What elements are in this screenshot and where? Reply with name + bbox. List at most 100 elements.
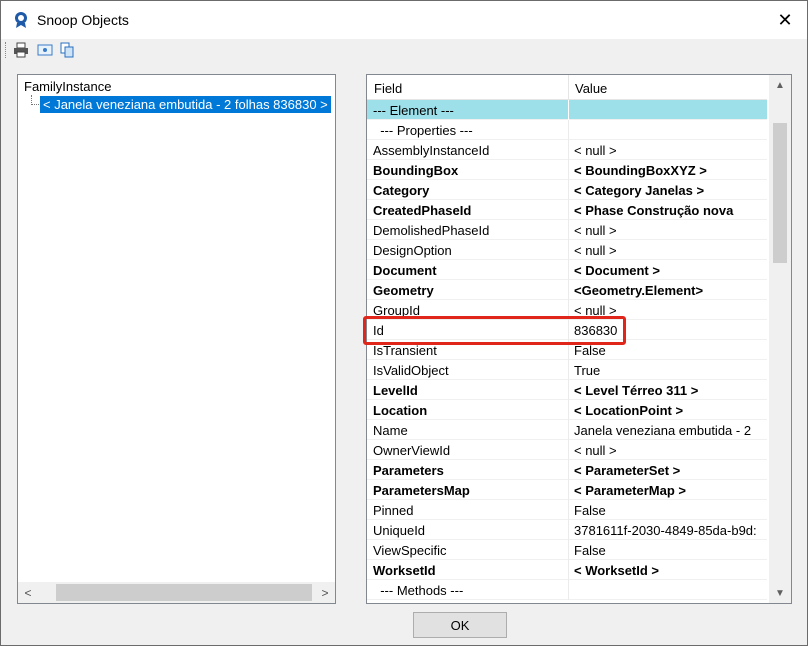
value-cell: False — [574, 343, 606, 358]
grid-row[interactable]: Document < Document > — [367, 260, 767, 280]
column-divider — [568, 200, 569, 220]
grid-row[interactable]: IsValidObject True — [367, 360, 767, 380]
field-cell: --- Properties --- — [373, 123, 473, 138]
column-divider — [568, 380, 569, 400]
grid-row[interactable]: Name Janela veneziana embutida - 2 — [367, 420, 767, 440]
column-divider — [568, 420, 569, 440]
value-cell: < ParameterMap > — [574, 483, 687, 498]
ok-button[interactable]: OK — [413, 612, 507, 638]
column-divider — [568, 500, 569, 520]
value-cell: < Level Térreo 311 > — [574, 383, 699, 398]
value-cell: < LocationPoint > — [574, 403, 684, 418]
tree-selected-item[interactable]: < Janela veneziana embutida - 2 folhas 8… — [40, 96, 331, 113]
column-divider — [568, 400, 569, 420]
snoop-icon[interactable] — [37, 42, 53, 58]
column-divider — [568, 280, 569, 300]
scroll-thumb[interactable] — [56, 584, 312, 601]
grid-row[interactable]: Location < LocationPoint > — [367, 400, 767, 420]
field-cell: IsTransient — [373, 343, 437, 358]
window-title: Snoop Objects — [37, 12, 129, 28]
grid-row[interactable]: OwnerViewId < null > — [367, 440, 767, 460]
column-divider — [568, 260, 569, 280]
field-cell: BoundingBox — [373, 163, 459, 178]
grid-rows: --- Element --- --- Properties --- Assemb… — [367, 100, 767, 600]
grid-vertical-scrollbar[interactable]: ▲ ▼ — [769, 75, 791, 603]
field-cell: Name — [373, 423, 408, 438]
grid-row[interactable]: Geometry <Geometry.Element> — [367, 280, 767, 300]
value-cell: < Category Janelas > — [574, 183, 705, 198]
object-tree[interactable]: FamilyInstance < Janela veneziana embuti… — [17, 74, 336, 604]
scroll-left-icon[interactable]: < — [18, 582, 38, 603]
field-cell: LevelId — [373, 383, 418, 398]
value-cell: < null > — [574, 143, 617, 158]
column-header-field[interactable]: Field — [374, 81, 402, 96]
grid-row[interactable]: Pinned False — [367, 500, 767, 520]
scroll-down-icon[interactable]: ▼ — [769, 583, 791, 603]
column-divider — [568, 440, 569, 460]
grid-row[interactable]: BoundingBox < BoundingBoxXYZ > — [367, 160, 767, 180]
grid-row[interactable]: DemolishedPhaseId < null > — [367, 220, 767, 240]
copy-icon[interactable] — [59, 42, 75, 58]
value-cell: < Document > — [574, 263, 660, 278]
grid-row[interactable]: AssemblyInstanceId < null > — [367, 140, 767, 160]
field-cell: --- Methods --- — [373, 583, 464, 598]
field-cell: CreatedPhaseId — [373, 203, 472, 218]
field-cell: UniqueId — [373, 523, 426, 538]
column-divider — [568, 140, 569, 160]
value-cell: < WorksetId > — [574, 563, 660, 578]
tree-horizontal-scrollbar[interactable]: < > — [18, 582, 335, 603]
field-cell: Location — [373, 403, 428, 418]
value-cell: < ParameterSet > — [574, 463, 681, 478]
grid-row[interactable]: Category < Category Janelas > — [367, 180, 767, 200]
grid-row[interactable]: WorksetId < WorksetId > — [367, 560, 767, 580]
column-divider — [568, 480, 569, 500]
grid-row[interactable]: ParametersMap < ParameterMap > — [367, 480, 767, 500]
column-divider[interactable] — [568, 75, 569, 100]
value-cell: True — [574, 363, 601, 378]
grid-row[interactable]: UniqueId 3781611f-2030-4849-85da-b9d: — [367, 520, 767, 540]
column-divider — [568, 100, 569, 120]
scroll-right-icon[interactable]: > — [315, 582, 335, 603]
column-header-value[interactable]: Value — [575, 81, 607, 96]
value-cell: < null > — [574, 443, 617, 458]
title-bar: Snoop Objects ✕ — [1, 1, 807, 39]
field-cell: AssemblyInstanceId — [373, 143, 490, 158]
field-cell: ParametersMap — [373, 483, 470, 498]
print-icon[interactable] — [13, 42, 29, 58]
value-cell: 3781611f-2030-4849-85da-b9d: — [574, 523, 757, 538]
grid-row[interactable]: --- Properties --- — [367, 120, 767, 140]
column-divider — [568, 520, 569, 540]
value-cell: < null > — [574, 223, 617, 238]
close-button[interactable]: ✕ — [763, 1, 807, 39]
field-cell: --- Element --- — [373, 103, 454, 118]
scroll-thumb[interactable] — [773, 123, 787, 263]
snoop-app-icon — [15, 12, 27, 28]
highlight-annotation-box — [363, 316, 626, 345]
grid-row[interactable]: LevelId < Level Térreo 311 > — [367, 380, 767, 400]
column-divider — [568, 560, 569, 580]
field-cell: Parameters — [373, 463, 444, 478]
column-divider — [568, 240, 569, 260]
value-cell: < Phase Construção nova — [574, 203, 734, 218]
grid-row[interactable]: DesignOption < null > — [367, 240, 767, 260]
toolbar-grip[interactable] — [5, 42, 8, 58]
grid-row[interactable]: Parameters < ParameterSet > — [367, 460, 767, 480]
tree-root-node[interactable]: FamilyInstance — [24, 79, 111, 94]
grid-header: Field Value — [367, 75, 767, 100]
value-cell: <Geometry.Element> — [574, 283, 704, 298]
field-cell: Geometry — [373, 283, 434, 298]
toolbar — [1, 39, 807, 61]
grid-row[interactable]: --- Methods --- — [367, 580, 767, 600]
scroll-up-icon[interactable]: ▲ — [769, 75, 791, 95]
grid-row[interactable]: --- Element --- — [367, 100, 767, 120]
column-divider — [568, 180, 569, 200]
column-divider — [568, 580, 569, 600]
grid-row[interactable]: CreatedPhaseId < Phase Construção nova — [367, 200, 767, 220]
column-divider — [568, 460, 569, 480]
value-cell: False — [574, 543, 606, 558]
field-cell: WorksetId — [373, 563, 436, 578]
grid-row[interactable]: ViewSpecific False — [367, 540, 767, 560]
column-divider — [568, 120, 569, 140]
column-divider — [568, 160, 569, 180]
column-divider — [568, 360, 569, 380]
